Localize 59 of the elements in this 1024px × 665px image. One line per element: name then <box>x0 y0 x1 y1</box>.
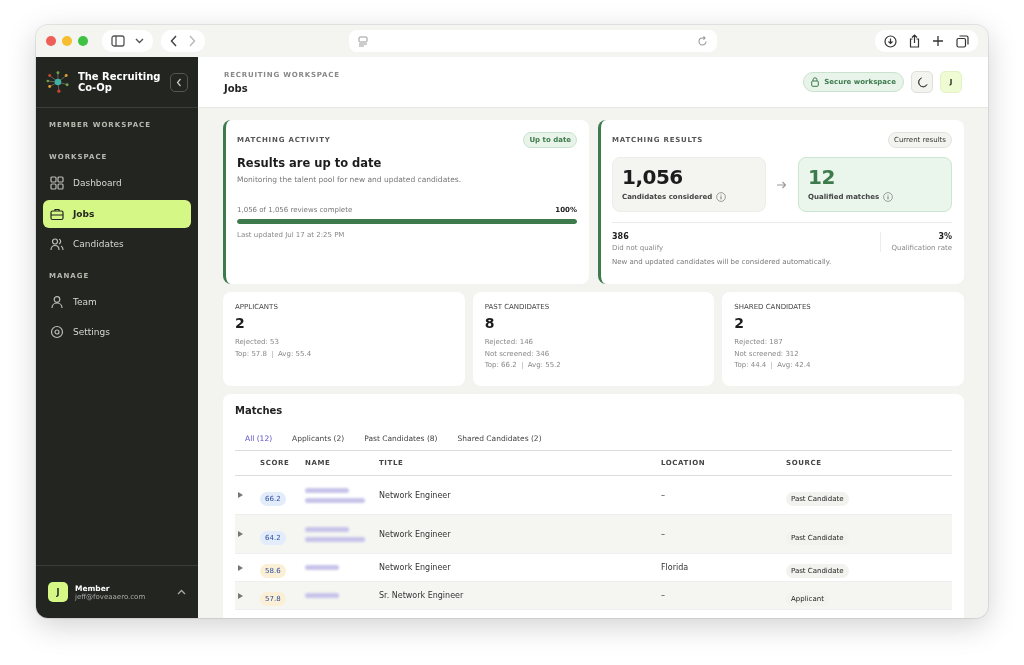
moon-icon <box>916 76 928 88</box>
qualified-count: 12 <box>808 165 836 189</box>
title-cell-text: Network Engineer <box>379 563 452 572</box>
download-icon[interactable] <box>884 34 897 48</box>
sidebar-icon[interactable] <box>111 35 125 47</box>
expand-icon[interactable] <box>238 592 243 599</box>
stat-value: 2 <box>734 315 745 331</box>
settings-icon <box>50 325 64 339</box>
share-icon[interactable] <box>909 34 920 48</box>
nav-item[interactable]: Candidates <box>43 230 191 258</box>
chevron-down-icon[interactable] <box>135 38 144 44</box>
blurred-name <box>305 487 349 493</box>
people-icon <box>50 237 64 251</box>
collapse-button[interactable] <box>170 72 188 92</box>
tabs-icon[interactable] <box>956 34 969 48</box>
info-icon[interactable] <box>716 192 727 202</box>
chevron-up-icon[interactable] <box>177 589 186 595</box>
page-title: Jobs <box>224 82 249 94</box>
theme-toggle-button[interactable] <box>911 71 933 93</box>
nav-item[interactable]: Dashboard <box>43 169 191 197</box>
person-icon <box>50 294 64 309</box>
arrow-icon <box>777 180 787 189</box>
stat-value: 2 <box>235 315 245 331</box>
matches-title: Matches <box>235 405 284 416</box>
stat-value: 8 <box>484 315 495 331</box>
plus-icon[interactable] <box>932 35 944 47</box>
chevron-left-icon <box>176 77 183 87</box>
blurred-name <box>305 526 349 532</box>
grid-icon <box>50 176 64 190</box>
expand-icon[interactable] <box>238 564 243 571</box>
brand-name: The Recruiting Co-Op <box>77 71 162 93</box>
reload-icon[interactable] <box>697 35 708 47</box>
location-cell-text: – <box>661 490 666 500</box>
qualification-rate: 3% <box>938 232 952 241</box>
nav-item[interactable]: Team <box>43 287 191 316</box>
location-cell-text: – <box>661 591 666 600</box>
title-cell-text: Network Engineer <box>379 529 452 539</box>
considered-count: 1,056 <box>622 165 684 189</box>
nav-item[interactable]: Jobs <box>43 199 191 228</box>
blurred-name <box>305 536 365 542</box>
blurred-name <box>305 497 365 503</box>
page-icon <box>358 35 368 47</box>
close-icon[interactable] <box>46 36 56 46</box>
expand-icon[interactable] <box>238 531 243 537</box>
not-qualified-count: 386 <box>612 232 630 241</box>
title-cell-text: Sr. Network Engineer <box>379 591 465 600</box>
card-title: Results are up to date <box>237 156 383 170</box>
network-logo-icon <box>46 69 70 95</box>
expand-icon[interactable] <box>238 492 243 498</box>
nav-item[interactable]: Settings <box>43 318 191 346</box>
title-cell-text: Network Engineer <box>379 490 452 500</box>
blurred-name <box>305 565 339 570</box>
back-icon[interactable] <box>170 35 178 47</box>
location-cell-text: – <box>661 529 666 539</box>
briefcase-icon <box>50 206 64 221</box>
blurred-name <box>305 593 339 598</box>
user-avatar[interactable]: J <box>48 582 68 602</box>
location-cell-text: Florida <box>661 563 690 572</box>
info-icon[interactable] <box>883 192 894 202</box>
